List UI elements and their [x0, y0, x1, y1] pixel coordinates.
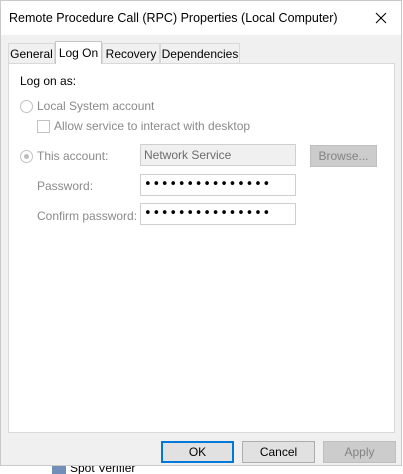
service-icon — [52, 465, 66, 474]
interact-desktop-label: Allow service to interact with desktop — [54, 119, 251, 133]
local-system-radio[interactable] — [20, 100, 33, 113]
properties-dialog: Remote Procedure Call (RPC) Properties (… — [0, 0, 402, 466]
apply-button[interactable]: Apply — [323, 441, 396, 463]
close-button[interactable] — [361, 1, 401, 35]
local-system-label: Local System account — [37, 99, 155, 113]
confirm-password-field[interactable]: ••••••••••••••• — [140, 203, 296, 225]
this-account-radio[interactable] — [20, 150, 33, 163]
password-field[interactable]: ••••••••••••••• — [140, 174, 296, 196]
cancel-button[interactable]: Cancel — [242, 441, 315, 463]
background-item-label: Spot Verifier — [70, 465, 136, 474]
ok-button[interactable]: OK — [161, 441, 234, 463]
browse-button[interactable]: Browse... — [310, 145, 377, 167]
this-account-label: This account: — [37, 149, 109, 163]
confirm-password-label: Confirm password: — [37, 209, 138, 223]
close-icon — [375, 12, 387, 24]
tab-recovery[interactable]: Recovery — [102, 43, 160, 63]
tab-general[interactable]: General — [8, 43, 55, 63]
tab-dependencies[interactable]: Dependencies — [160, 43, 240, 63]
account-field[interactable]: Network Service — [140, 144, 296, 166]
dialog-title: Remote Procedure Call (RPC) Properties (… — [9, 11, 338, 25]
tab-log-on[interactable]: Log On — [55, 41, 102, 64]
background-list-item: Spot Verifier — [52, 465, 172, 474]
title-bar: Remote Procedure Call (RPC) Properties (… — [1, 1, 401, 35]
interact-desktop-checkbox[interactable] — [37, 120, 50, 133]
password-label: Password: — [37, 179, 94, 193]
log-on-panel: Log on as: Local System account Allow se… — [8, 63, 395, 433]
log-on-as-heading: Log on as: — [20, 74, 77, 88]
